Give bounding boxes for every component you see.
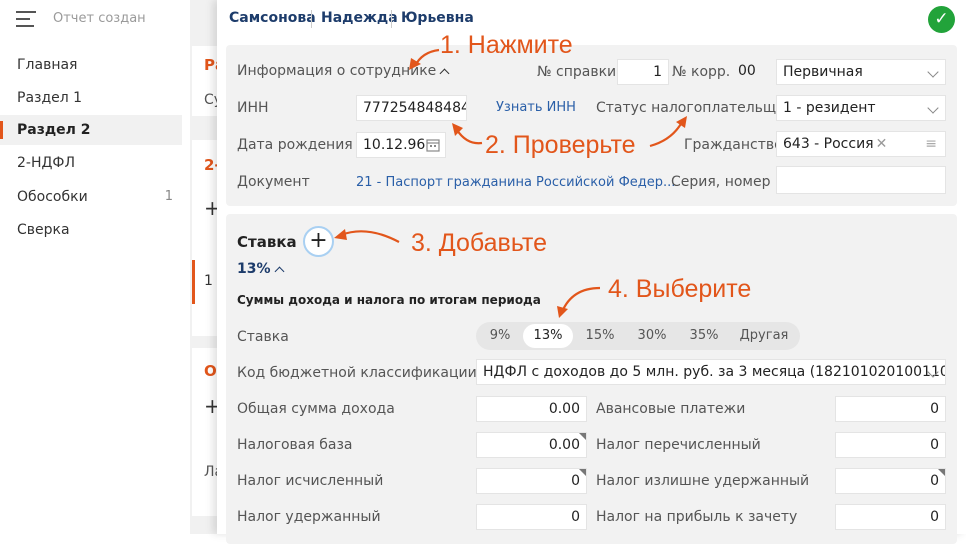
active-marker: [192, 260, 195, 304]
annotation-step2: 2. Проверьте: [485, 131, 636, 159]
annotation-arrows: [334, 48, 687, 318]
sidebar-item-label: Обособки: [17, 189, 88, 205]
annotation-step4: 4. Выберите: [608, 275, 752, 303]
sidebar-item-main[interactable]: Главная: [0, 50, 182, 80]
sidebar-item-label: 2-НДФЛ: [17, 155, 76, 171]
background-text: 1: [204, 273, 213, 289]
report-status: Отчет создан: [53, 11, 146, 26]
sidebar-item-reconciliation[interactable]: Сверка: [0, 215, 182, 245]
sidebar-item-label: Раздел 2: [17, 122, 91, 138]
menu-icon[interactable]: [16, 11, 36, 27]
sidebar-item-section1[interactable]: Раздел 1: [0, 83, 182, 113]
employee-panel: Самсонова Надежда Юрьевна ✓ Информация о…: [217, 0, 966, 544]
sidebar: Отчет создан Главная Раздел 1 Раздел 2 2…: [0, 0, 190, 534]
sidebar-item-label: Раздел 1: [17, 90, 83, 106]
sidebar-item-label: Главная: [17, 57, 78, 73]
sidebar-item-2ndfl[interactable]: 2-НДФЛ: [0, 148, 182, 178]
annotation-step3: 3. Добавьте: [411, 229, 547, 257]
sidebar-item-label: Сверка: [17, 222, 70, 238]
annotation-step1: 1. Нажмите: [440, 31, 573, 59]
sidebar-item-section2[interactable]: Раздел 2: [0, 115, 182, 145]
sidebar-item-branches[interactable]: Обособки 1: [0, 182, 182, 212]
sidebar-item-count: 1: [164, 189, 173, 204]
